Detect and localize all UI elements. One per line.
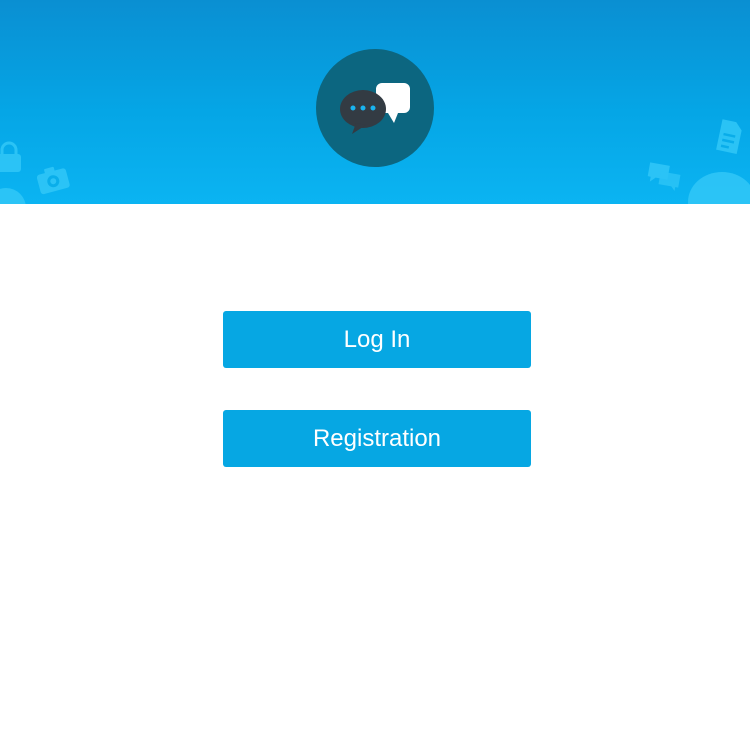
speech-bubble-icon (688, 172, 750, 204)
log-in-button-label: Log In (343, 325, 411, 353)
header-banner (0, 0, 750, 204)
app-logo (316, 49, 434, 167)
document-icon (716, 119, 742, 154)
lock-icon (0, 141, 21, 172)
chat-icon (647, 162, 681, 192)
welcome-screen: Log In Registration (0, 0, 750, 750)
speech-bubble-icon (0, 188, 26, 204)
log-in-button[interactable]: Log In (223, 311, 531, 368)
chat-bubbles-icon (340, 83, 410, 134)
registration-button[interactable]: Registration (223, 410, 531, 467)
registration-button-label: Registration (312, 424, 442, 452)
camera-icon (36, 166, 70, 195)
